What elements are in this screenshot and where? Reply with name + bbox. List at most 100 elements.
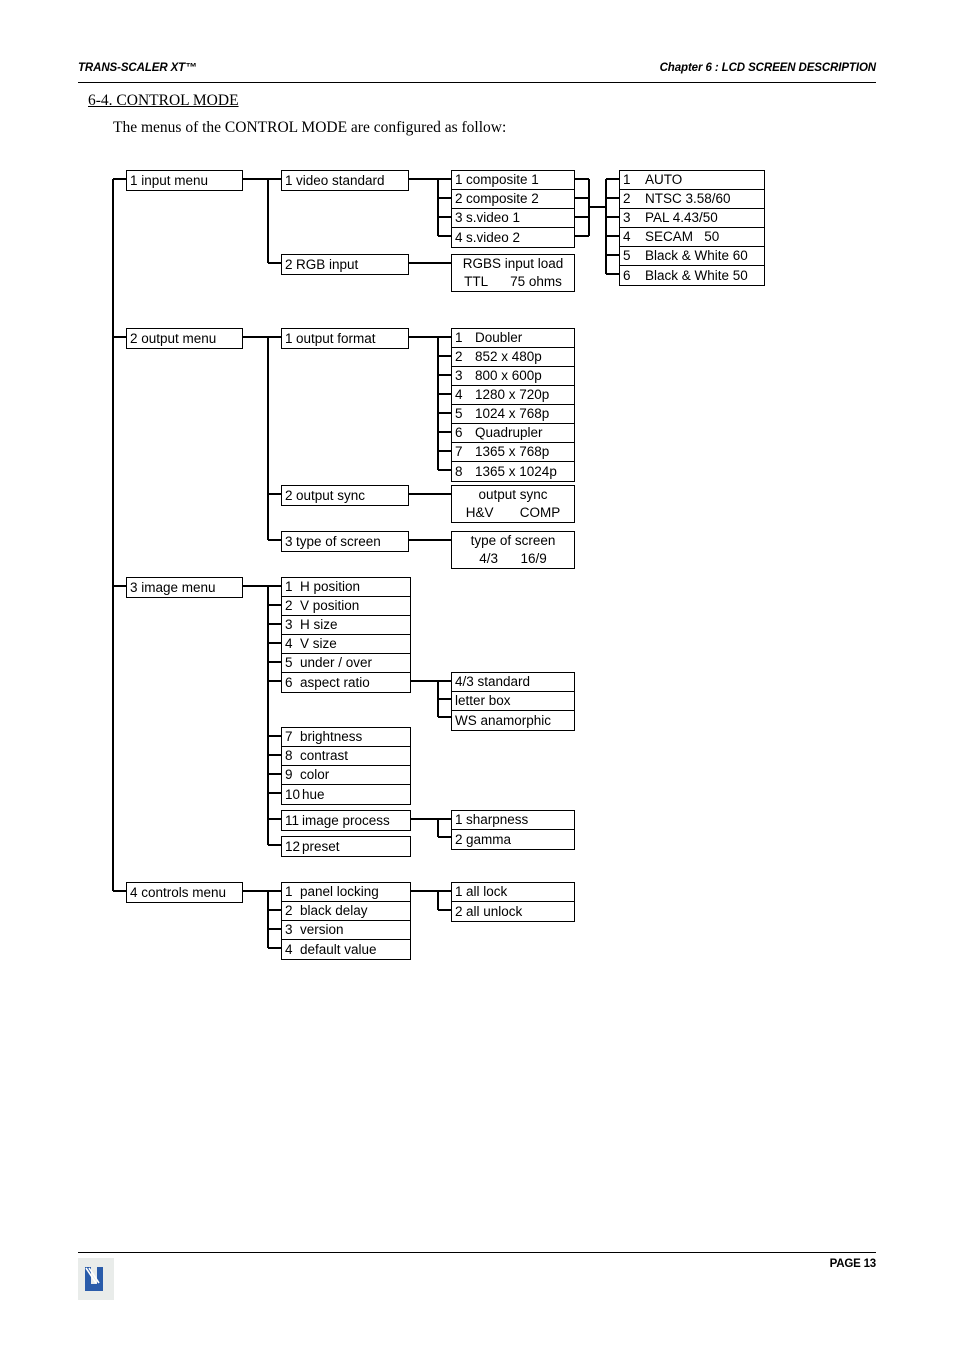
node-input-menu[interactable]: 1 input menu <box>126 170 243 191</box>
node-output-sync[interactable]: 2 output sync <box>281 485 409 506</box>
list-item[interactable]: 3 H size <box>282 616 410 635</box>
node-output-menu[interactable]: 2 output menu <box>126 328 243 349</box>
list-aspect-ratios[interactable]: 4/3 standard letter box WS anamorphic <box>451 672 575 731</box>
node-label: preset <box>302 838 340 854</box>
list-item[interactable]: 4 s.video 2 <box>452 228 574 247</box>
list-item[interactable]: 4 V size <box>282 635 410 654</box>
list-controls-menu-items[interactable]: 1 panel locking 2 black delay 3 version … <box>281 882 411 960</box>
item-label: s.video 2 <box>466 229 521 245</box>
list-video-standards[interactable]: 1 AUTO 2 NTSC 3.58/60 3 PAL 4.43/50 4 SE… <box>619 170 765 286</box>
list-item[interactable]: 1 all lock <box>452 883 574 902</box>
list-item[interactable]: 5 under / over <box>282 654 410 673</box>
node-label: 1 input menu <box>130 172 209 188</box>
list-item[interactable]: 1 H position <box>282 578 410 597</box>
list-item[interactable]: 4 SECAM 50 <box>620 228 764 247</box>
node-image-process[interactable]: 11 image process <box>281 810 411 831</box>
list-item[interactable]: 8 1365 x 1024p <box>452 462 574 481</box>
item-number: 6 <box>623 267 631 283</box>
list-item[interactable]: 2 black delay <box>282 902 410 921</box>
company-logo <box>78 1258 114 1300</box>
list-item[interactable]: 3 800 x 600p <box>452 367 574 386</box>
list-item[interactable]: 1 AUTO <box>620 171 764 190</box>
list-item[interactable]: 6 aspect ratio <box>282 673 410 692</box>
item-number: 1 <box>455 812 463 828</box>
list-item[interactable]: 2 NTSC 3.58/60 <box>620 190 764 209</box>
list-image-menu-group-b[interactable]: 7 brightness 8 contrast 9 color 10 hue <box>281 727 411 805</box>
list-panel-locking-options[interactable]: 1 all lock 2 all unlock <box>451 882 575 922</box>
list-item[interactable]: 4 default value <box>282 940 410 959</box>
item-number: 3 <box>285 922 293 938</box>
list-item[interactable]: 1 composite 1 <box>452 171 574 190</box>
list-item[interactable]: 1 panel locking <box>282 883 410 902</box>
list-item[interactable]: 6 Quadrupler <box>452 424 574 443</box>
item-label: 4/3 standard <box>455 674 531 690</box>
item-label: composite 2 <box>466 191 539 207</box>
node-rgb-input[interactable]: 2 RGB input <box>281 254 409 275</box>
item-number: 6 <box>285 674 293 690</box>
list-item[interactable]: 5 Black & White 60 <box>620 247 764 266</box>
list-item[interactable]: 9 color <box>282 766 410 785</box>
company-logo-icon <box>78 1258 114 1300</box>
item-number: 4 <box>285 636 293 652</box>
list-item[interactable]: 2 gamma <box>452 830 574 849</box>
node-preset[interactable]: 12 preset <box>281 836 411 857</box>
list-item[interactable]: WS anamorphic <box>452 711 574 730</box>
list-item[interactable]: 3 s.video 1 <box>452 209 574 228</box>
item-number: 1 <box>285 884 293 900</box>
box-type-of-screen-options[interactable]: type of screen 4/3 16/9 <box>451 531 575 569</box>
list-item[interactable]: 7 1365 x 768p <box>452 443 574 462</box>
list-item[interactable]: letter box <box>452 692 574 711</box>
node-output-format[interactable]: 1 output format <box>281 328 409 349</box>
item-label: hue <box>302 786 325 802</box>
item-label: panel locking <box>300 884 379 900</box>
item-number: 6 <box>455 425 463 441</box>
node-label: 3 image menu <box>130 579 216 595</box>
list-item[interactable]: 10 hue <box>282 785 410 804</box>
item-label: sharpness <box>466 812 529 828</box>
node-type-of-screen[interactable]: 3 type of screen <box>281 531 409 552</box>
item-number: 3 <box>455 368 463 384</box>
item-label: V position <box>300 598 360 614</box>
item-label: 852 x 480p <box>475 349 542 365</box>
list-item[interactable]: 1 Doubler <box>452 329 574 348</box>
node-number: 11 <box>285 812 300 828</box>
item-number: 2 <box>455 349 463 365</box>
item-number: 2 <box>455 903 463 919</box>
list-output-formats[interactable]: 1 Doubler 2 852 x 480p 3 800 x 600p 4 12… <box>451 328 575 482</box>
item-number: 1 <box>455 172 463 188</box>
item-label: all lock <box>466 884 508 900</box>
list-item[interactable]: 7 brightness <box>282 728 410 747</box>
list-image-process-options[interactable]: 1 sharpness 2 gamma <box>451 810 575 850</box>
list-item[interactable]: 3 PAL 4.43/50 <box>620 209 764 228</box>
node-video-standard[interactable]: 1 video standard <box>281 170 409 191</box>
item-number: 2 <box>285 598 293 614</box>
list-item[interactable]: 1 sharpness <box>452 811 574 830</box>
list-item[interactable]: 2 all unlock <box>452 902 574 921</box>
item-label: aspect ratio <box>300 674 370 690</box>
item-number: 3 <box>623 210 631 226</box>
list-item[interactable]: 2 852 x 480p <box>452 348 574 367</box>
node-image-menu[interactable]: 3 image menu <box>126 577 243 598</box>
type-of-screen-title: type of screen <box>470 533 556 548</box>
item-number: 5 <box>623 248 631 264</box>
list-item[interactable]: 8 contrast <box>282 747 410 766</box>
list-item[interactable]: 6 Black & White 50 <box>620 266 764 285</box>
list-item[interactable]: 3 version <box>282 921 410 940</box>
page-number: PAGE 13 <box>829 1258 877 1270</box>
list-item[interactable]: 2 composite 2 <box>452 190 574 209</box>
list-item[interactable]: 2 V position <box>282 597 410 616</box>
item-number: 1 <box>623 172 631 188</box>
box-output-sync-options[interactable]: output sync H&V COMP <box>451 485 575 523</box>
node-label: type of screen <box>296 533 381 549</box>
node-controls-menu[interactable]: 4 controls menu <box>126 882 243 903</box>
list-image-menu-group-a[interactable]: 1 H position 2 V position 3 H size 4 V s… <box>281 577 411 693</box>
list-item[interactable]: 4/3 standard <box>452 673 574 692</box>
rgbs-load-title: RGBS input load <box>462 256 564 271</box>
item-number: 2 <box>623 191 631 207</box>
node-label: RGB input <box>296 256 359 272</box>
list-item[interactable]: 4 1280 x 720p <box>452 386 574 405</box>
list-video-sources[interactable]: 1 composite 1 2 composite 2 3 s.video 1 … <box>451 170 575 248</box>
item-number: 4 <box>623 229 631 245</box>
box-rgbs-input-load[interactable]: RGBS input load TTL 75 ohms <box>451 254 575 292</box>
list-item[interactable]: 5 1024 x 768p <box>452 405 574 424</box>
